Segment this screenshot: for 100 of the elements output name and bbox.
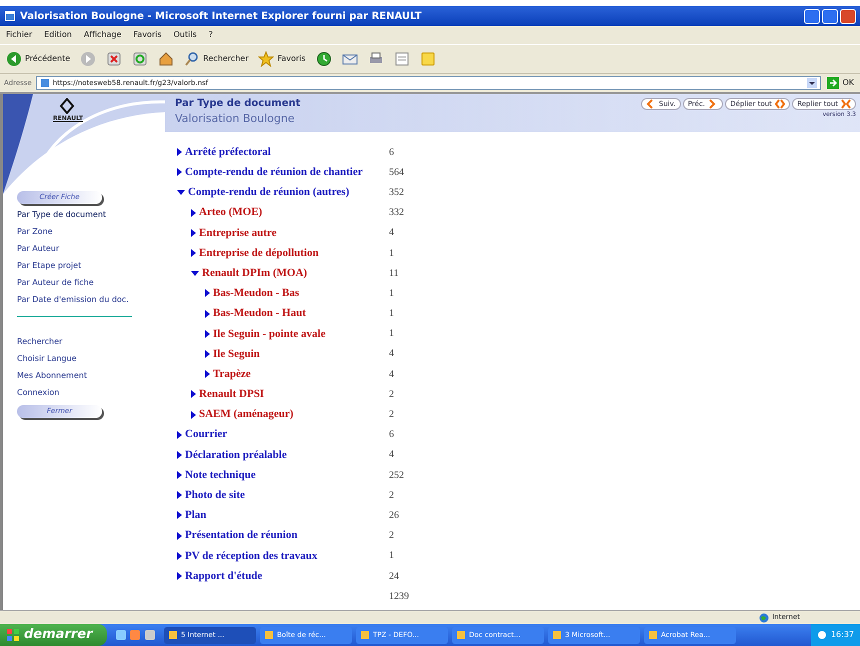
note-icon — [420, 51, 436, 67]
tree-item[interactable]: Rapport d'étude — [177, 568, 389, 584]
count-text: 26 — [389, 508, 399, 523]
favorites-button[interactable]: Favoris — [256, 51, 308, 67]
tree-item[interactable]: Photo de site — [177, 487, 389, 504]
tree-item[interactable]: Renault DPSI — [191, 386, 389, 403]
count-text: 2 — [389, 388, 394, 402]
count-text: 2 — [389, 408, 394, 422]
tree-item[interactable]: Ile Seguin — [205, 346, 389, 362]
count-text: 1 — [389, 307, 394, 322]
window-icon — [264, 630, 274, 640]
minimize-button[interactable] — [804, 8, 820, 24]
window-icon — [648, 630, 658, 640]
view-link[interactable]: Par Type de document — [17, 206, 165, 223]
count-text: 4 — [389, 368, 394, 382]
tree-item[interactable]: Arrêté préfectoral — [177, 144, 389, 160]
count-text: 1 — [389, 246, 394, 261]
forward-icon — [80, 51, 96, 67]
search-icon — [184, 51, 200, 67]
count-text: 4 — [389, 448, 394, 462]
desktop-icon[interactable] — [115, 629, 127, 641]
tray-icon — [816, 630, 827, 640]
count-text: 6 — [389, 428, 394, 442]
count-text: 332 — [389, 206, 404, 220]
action-link[interactable]: Mes Abonnement — [17, 367, 165, 384]
tree-item[interactable]: SAEM (aménageur) — [191, 406, 389, 423]
menu-item[interactable]: ? — [208, 29, 213, 41]
search-button[interactable]: Rechercher — [182, 51, 250, 67]
count-text: 252 — [389, 468, 404, 483]
tree-item[interactable]: Renault DPIm (MOA) — [191, 264, 389, 282]
count-text: 352 — [389, 186, 404, 200]
window-icon — [552, 630, 562, 640]
tree-item[interactable]: Déclaration préalable — [177, 446, 389, 464]
close-button[interactable] — [840, 8, 856, 24]
action-link[interactable]: Connexion — [17, 384, 165, 401]
tree-item[interactable]: Arteo (MOE) — [191, 204, 389, 221]
count-text: 1 — [389, 549, 394, 564]
browser-icon[interactable] — [129, 629, 142, 641]
tree-item[interactable]: Entreprise autre — [191, 224, 389, 242]
page-icon — [40, 78, 50, 88]
logo-icon — [59, 98, 75, 114]
count-text: 24 — [389, 570, 399, 584]
count-text: 11 — [389, 266, 399, 281]
count-text: 2 — [389, 488, 394, 503]
tree-item[interactable]: Bas-Meudon - Haut — [205, 305, 389, 322]
menu-item[interactable]: Favoris — [133, 29, 162, 41]
tree-item[interactable]: Courrier — [177, 426, 389, 443]
window-icon — [360, 630, 370, 640]
clock-icon — [316, 51, 332, 67]
window-icon — [456, 630, 466, 640]
window-title: Valorisation Boulogne - Microsoft Internet Explorer fourni par RENAULT — [20, 10, 422, 24]
globe-icon — [759, 612, 770, 622]
tree-item[interactable]: Plan — [177, 507, 389, 524]
page-icon — [394, 51, 410, 67]
go-button[interactable]: OK — [825, 77, 856, 89]
count-text: 2 — [389, 529, 394, 544]
action-link[interactable]: Choisir Langue — [17, 350, 165, 367]
count-text: 4 — [389, 226, 394, 240]
total-count: 1239 — [389, 590, 409, 604]
count-text: 1 — [389, 327, 394, 342]
back-button[interactable]: Précédente — [4, 51, 72, 67]
count-text: 6 — [389, 146, 394, 160]
tree-item[interactable]: Trapèze — [205, 366, 389, 382]
count-text: 1 — [389, 286, 394, 301]
chevron-icon — [774, 99, 785, 110]
window-icon — [168, 630, 178, 640]
mail-icon[interactable] — [144, 629, 156, 641]
tree-item[interactable]: Bas-Meudon - Bas — [205, 285, 389, 302]
chevron-icon — [841, 99, 851, 110]
tree-item[interactable]: Note technique — [177, 466, 389, 484]
tree-item[interactable]: Ile Seguin - pointe avale — [205, 326, 389, 342]
tree-item[interactable]: Compte-rendu de réunion de chantier — [177, 164, 389, 181]
ie-page-icon — [4, 10, 16, 22]
count-text: 564 — [389, 166, 404, 180]
refresh-icon — [132, 51, 148, 67]
menu-item[interactable]: Fichier — [6, 29, 32, 41]
database-title: Valorisation Boulogne — [175, 111, 296, 127]
menu-item[interactable]: Affichage — [84, 29, 122, 41]
menu-item[interactable]: Edition — [44, 29, 72, 41]
view-link[interactable]: Par Auteur de fiche — [17, 274, 165, 291]
back-icon — [6, 51, 22, 67]
view-link[interactable]: Par Auteur — [17, 240, 165, 257]
view-link[interactable]: Par Date d'emission du doc. — [17, 291, 165, 308]
star-icon — [258, 51, 274, 67]
menu-item[interactable]: Outils — [174, 29, 197, 41]
action-link[interactable]: Rechercher — [17, 333, 165, 350]
tree-item[interactable]: PV de réception des travaux — [177, 548, 389, 564]
view-link[interactable]: Par Zone — [17, 223, 165, 240]
go-arrow-icon — [827, 77, 840, 89]
view-link[interactable]: Par Etape projet — [17, 257, 165, 274]
windows-flag-icon — [6, 628, 20, 642]
tree-item[interactable]: Compte-rendu de réunion (autres) — [177, 184, 389, 201]
tree-item[interactable]: Présentation de réunion — [177, 527, 389, 544]
maximize-button[interactable] — [822, 8, 838, 24]
house-icon — [158, 51, 174, 67]
tree-item[interactable]: Entreprise de dépollution — [191, 244, 389, 262]
clock-text: 16:37 — [830, 629, 854, 641]
view-title: Par Type de document — [175, 97, 300, 111]
count-text: 4 — [389, 347, 394, 362]
stop-icon — [106, 51, 122, 67]
